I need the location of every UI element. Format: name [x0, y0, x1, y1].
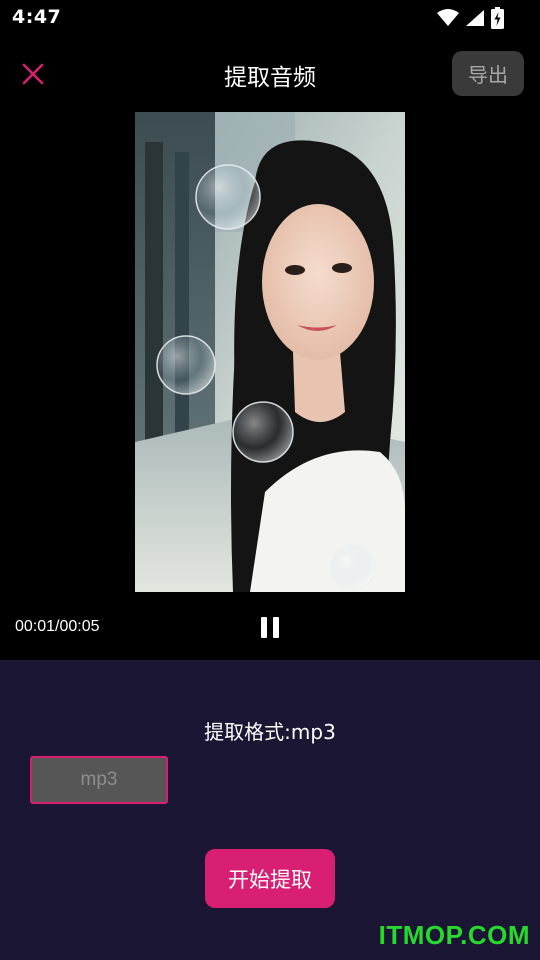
video-frame-image [135, 112, 405, 592]
extract-panel: 提取格式:mp3 mp3 开始提取 ITMOP.COM [0, 660, 540, 960]
pause-button[interactable] [258, 613, 282, 641]
battery-charging-icon [491, 7, 504, 29]
video-preview[interactable] [135, 112, 405, 592]
watermark: ITMOP.COM [378, 920, 530, 950]
top-bar: 提取音频 导出 [0, 44, 540, 104]
wifi-icon [437, 9, 459, 26]
status-icons [437, 7, 504, 29]
format-select[interactable]: mp3 [30, 756, 168, 804]
pause-icon-bar [273, 616, 279, 638]
export-button[interactable]: 导出 [452, 51, 524, 96]
status-bar: 4:47 [0, 0, 540, 36]
start-extract-button[interactable]: 开始提取 [205, 849, 335, 908]
pause-icon [261, 616, 267, 638]
cell-signal-icon [466, 10, 484, 26]
playback-time: 00:01/00:05 [15, 618, 100, 635]
status-time: 4:47 [12, 6, 62, 28]
format-label: 提取格式:mp3 [204, 720, 336, 744]
